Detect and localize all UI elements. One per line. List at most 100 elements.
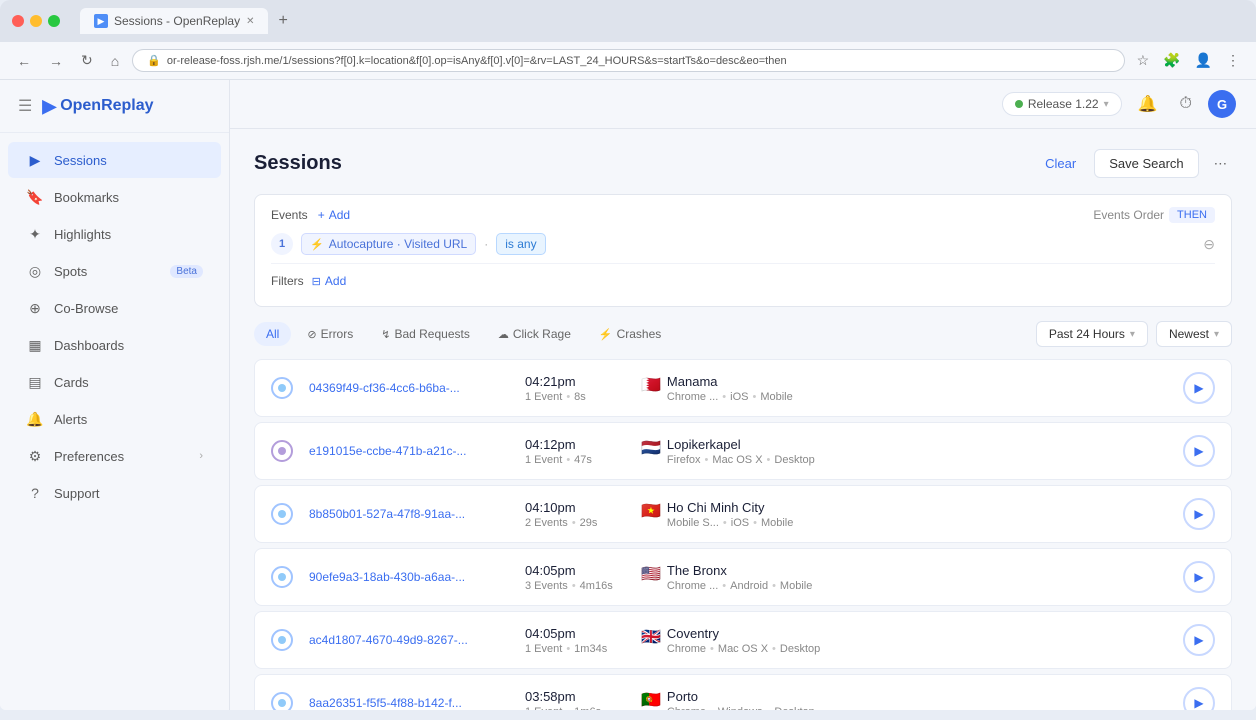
session-flag: 🇻🇳	[641, 501, 661, 521]
play-button[interactable]: ▶	[1183, 561, 1215, 593]
session-location: 🇺🇸 The Bronx Chrome ... • Android • Mobi…	[641, 563, 841, 592]
session-os: Mac OS X	[718, 643, 768, 655]
more-options-button[interactable]: ⋯	[1209, 151, 1232, 177]
profile-btn[interactable]: 👤	[1191, 48, 1216, 73]
status-dot	[278, 636, 286, 644]
session-browser: Mobile S...	[667, 517, 719, 529]
tab-errors-label: Errors	[321, 327, 354, 341]
session-duration: 4m16s	[580, 580, 613, 592]
app-header: Release 1.22 ▾ 🔔 ⏱ G	[230, 80, 1256, 129]
sidebar-item-dashboards[interactable]: ▦ Dashboards	[8, 327, 221, 363]
reload-button[interactable]: ↻	[76, 50, 98, 71]
sessions-header: Sessions Clear Save Search ⋯	[254, 149, 1232, 178]
session-events: 1 Event	[525, 643, 562, 655]
window-controls	[12, 15, 60, 27]
alerts-icon: 🔔	[26, 410, 44, 428]
status-dot	[278, 573, 286, 581]
sidebar-item-sessions[interactable]: ▶ Sessions	[8, 142, 221, 178]
sidebar-item-bookmarks[interactable]: 🔖 Bookmarks	[8, 179, 221, 215]
session-time: 04:05pm	[525, 563, 625, 578]
tab-click-rage[interactable]: ☁ Click Rage	[486, 322, 583, 346]
filter-value[interactable]: is any	[496, 233, 545, 255]
table-row[interactable]: 90efe9a3-18ab-430b-a6aa-... 04:05pm 3 Ev…	[254, 548, 1232, 606]
session-time-col: 04:05pm 3 Events • 4m16s	[525, 563, 625, 592]
minimize-dot[interactable]	[30, 15, 42, 27]
session-city: Manama	[667, 374, 793, 389]
session-browser-meta: Mobile S... • iOS • Mobile	[667, 517, 793, 529]
maximize-dot[interactable]	[48, 15, 60, 27]
main-content: Release 1.22 ▾ 🔔 ⏱ G Sessions Clear Save…	[230, 80, 1256, 710]
sidebar-item-preferences[interactable]: ⚙ Preferences ›	[8, 438, 221, 474]
play-button[interactable]: ▶	[1183, 372, 1215, 404]
session-browser: Firefox	[667, 454, 701, 466]
add-event-button[interactable]: + Add	[318, 208, 350, 222]
session-id: e191015e-ccbe-471b-a21c-...	[309, 444, 509, 458]
extensions-btn[interactable]: 🧩	[1159, 48, 1184, 73]
play-button[interactable]: ▶	[1183, 498, 1215, 530]
session-flag: 🇺🇸	[641, 564, 661, 584]
tab-all-label: All	[266, 327, 279, 341]
table-row[interactable]: 04369f49-cf36-4cc6-b6ba-... 04:21pm 1 Ev…	[254, 359, 1232, 417]
time-icon-button[interactable]: ⏱	[1174, 91, 1198, 117]
avatar[interactable]: G	[1208, 90, 1236, 118]
address-bar[interactable]: 🔒 or-release-foss.rjsh.me/1/sessions?f[0…	[132, 49, 1124, 72]
home-button[interactable]: ⌂	[106, 51, 124, 71]
tab-errors[interactable]: ⊘ Errors	[295, 322, 365, 346]
session-status-icon	[271, 440, 293, 462]
close-dot[interactable]	[12, 15, 24, 27]
sessions-icon: ▶	[26, 151, 44, 169]
spots-icon: ◎	[26, 262, 44, 280]
play-button[interactable]: ▶	[1183, 624, 1215, 656]
play-button[interactable]: ▶	[1183, 435, 1215, 467]
tab-crashes[interactable]: ⚡ Crashes	[587, 322, 673, 346]
save-search-button[interactable]: Save Search	[1094, 149, 1198, 178]
table-row[interactable]: 8aa26351-f5f5-4f88-b142-f... 03:58pm 1 E…	[254, 674, 1232, 710]
status-dot	[278, 384, 286, 392]
forward-button[interactable]: →	[44, 51, 68, 71]
sidebar-item-cards[interactable]: ▤ Cards	[8, 364, 221, 400]
sidebar-toggle-button[interactable]: ☰	[16, 94, 34, 118]
new-tab-button[interactable]: +	[272, 10, 293, 32]
filter-tag[interactable]: ⚡ Autocapture · Visited URL	[301, 233, 476, 255]
back-button[interactable]: ←	[12, 51, 36, 71]
session-location-info: Coventry Chrome • Mac OS X • Desktop	[667, 626, 820, 655]
table-row[interactable]: e191015e-ccbe-471b-a21c-... 04:12pm 1 Ev…	[254, 422, 1232, 480]
filter-separator: ·	[484, 237, 488, 251]
clear-button[interactable]: Clear	[1037, 151, 1084, 176]
click-rage-tab-icon: ☁	[498, 328, 509, 341]
table-row[interactable]: 8b850b01-527a-47f8-91aa-... 04:10pm 2 Ev…	[254, 485, 1232, 543]
play-button[interactable]: ▶	[1183, 687, 1215, 710]
support-icon: ?	[26, 484, 44, 502]
session-id: 90efe9a3-18ab-430b-a6aa-...	[309, 570, 509, 584]
sidebar-item-alerts[interactable]: 🔔 Alerts	[8, 401, 221, 437]
session-tabs: All ⊘ Errors ↯ Bad Requests ☁ Click Rage	[254, 322, 673, 346]
sidebar-item-spots[interactable]: ◎ Spots Beta	[8, 253, 221, 289]
sidebar-item-support[interactable]: ? Support	[8, 475, 221, 511]
filter-bar: Events + Add Events Order THEN 1 ⚡ Autoc…	[254, 194, 1232, 307]
session-list: 04369f49-cf36-4cc6-b6ba-... 04:21pm 1 Ev…	[254, 359, 1232, 710]
status-dot	[278, 447, 286, 455]
notifications-button[interactable]: 🔔	[1132, 90, 1164, 118]
release-badge[interactable]: Release 1.22 ▾	[1002, 92, 1122, 116]
sidebar-item-highlights[interactable]: ✦ Highlights	[8, 216, 221, 252]
table-row[interactable]: ac4d1807-4670-49d9-8267-... 04:05pm 1 Ev…	[254, 611, 1232, 669]
tab-close-btn[interactable]: ✕	[246, 16, 254, 27]
preferences-arrow-icon: ›	[199, 450, 203, 462]
time-filter-label: Past 24 Hours	[1049, 327, 1125, 341]
sidebar-item-label: Dashboards	[54, 338, 124, 353]
session-location-info: Lopikerkapel Firefox • Mac OS X • Deskto…	[667, 437, 815, 466]
filter-remove-button[interactable]: ⊖	[1203, 236, 1215, 253]
menu-btn[interactable]: ⋮	[1222, 48, 1244, 73]
time-filter-button[interactable]: Past 24 Hours ▾	[1036, 321, 1148, 347]
add-filter-button[interactable]: ⊟ Add	[312, 274, 347, 288]
highlights-icon: ✦	[26, 225, 44, 243]
sort-filter-button[interactable]: Newest ▾	[1156, 321, 1232, 347]
bookmark-star-btn[interactable]: ☆	[1133, 48, 1154, 73]
session-os: iOS	[731, 517, 749, 529]
tab-bad-requests[interactable]: ↯ Bad Requests	[369, 322, 482, 346]
tab-all[interactable]: All	[254, 322, 291, 346]
events-filter-row: Events + Add Events Order THEN	[271, 207, 1215, 223]
tab-click-rage-label: Click Rage	[513, 327, 571, 341]
sidebar-item-cobrowse[interactable]: ⊕ Co-Browse	[8, 290, 221, 326]
active-tab[interactable]: ▶ Sessions - OpenReplay ✕	[80, 8, 268, 34]
